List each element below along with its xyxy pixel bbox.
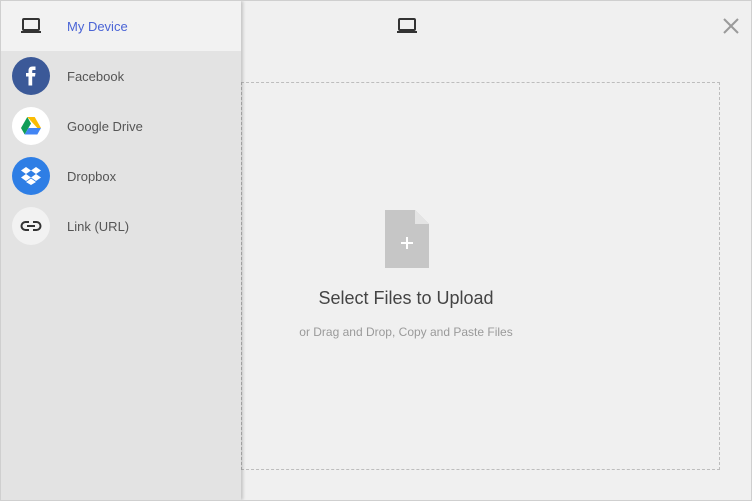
- source-sidebar: My Device Facebook Google Drive Dropbox …: [1, 1, 241, 500]
- source-label: Dropbox: [67, 168, 117, 184]
- upload-title[interactable]: Select Files to Upload: [256, 288, 556, 309]
- laptop-icon: [396, 17, 418, 40]
- link-icon: [12, 207, 50, 245]
- source-label: My Device: [67, 18, 128, 34]
- source-google-drive[interactable]: Google Drive: [1, 101, 241, 151]
- source-my-device[interactable]: My Device: [1, 1, 241, 51]
- close-icon[interactable]: [723, 18, 739, 34]
- file-picker-dialog: My Device Facebook Google Drive Dropbox …: [0, 0, 752, 501]
- source-link-url[interactable]: Link (URL): [1, 201, 241, 251]
- source-label: Facebook: [67, 68, 125, 84]
- source-label: Link (URL): [67, 218, 130, 234]
- drop-zone[interactable]: [241, 82, 720, 470]
- upload-subtitle: or Drag and Drop, Copy and Paste Files: [299, 325, 513, 339]
- source-facebook[interactable]: Facebook: [1, 51, 241, 101]
- google-drive-icon: [12, 107, 50, 145]
- laptop-icon: [12, 7, 50, 45]
- source-label: Google Drive: [67, 118, 143, 134]
- facebook-icon: [12, 57, 50, 95]
- source-dropbox[interactable]: Dropbox: [1, 151, 241, 201]
- dropbox-icon: [12, 157, 50, 195]
- add-file-icon[interactable]: [385, 210, 429, 273]
